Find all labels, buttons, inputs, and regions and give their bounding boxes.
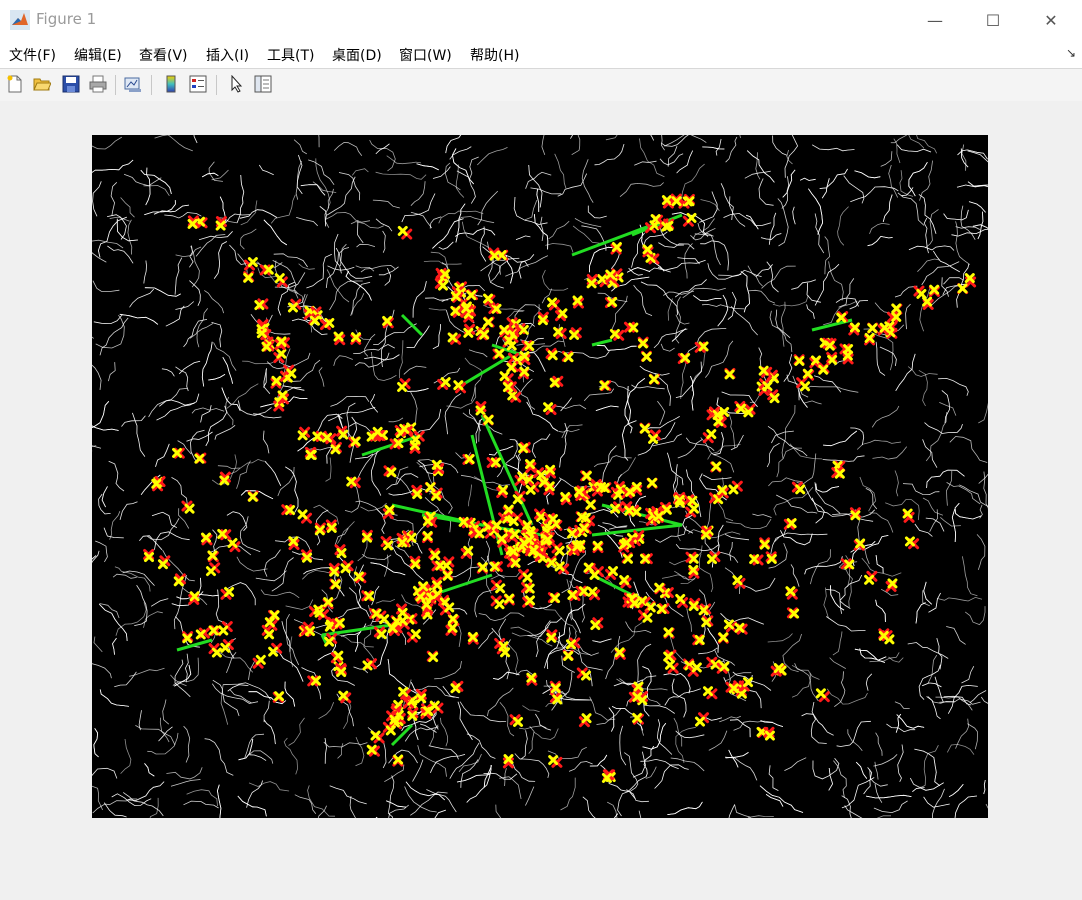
image-axes[interactable]	[92, 135, 988, 818]
dock-arrow-icon[interactable]: ↘	[1066, 46, 1076, 60]
yellow-marker	[525, 484, 536, 495]
yellow-marker	[425, 482, 436, 493]
toolbar	[0, 68, 1082, 102]
yellow-marker	[184, 503, 195, 514]
yellow-marker	[815, 688, 826, 699]
yellow-marker	[597, 274, 608, 285]
window-title: Figure 1	[36, 10, 97, 28]
yellow-marker	[723, 619, 734, 630]
minimize-button[interactable]: —	[910, 0, 960, 40]
toolbar-separator	[151, 75, 152, 95]
edge-detection-plot	[92, 135, 988, 818]
close-button[interactable]: ✕	[1026, 0, 1076, 40]
link-plot-icon[interactable]	[122, 73, 144, 95]
yellow-marker	[800, 381, 811, 392]
menu-view[interactable]: 查看(V)	[139, 45, 188, 65]
match-line	[591, 338, 613, 347]
yellow-marker	[689, 503, 700, 514]
matlab-logo-icon	[10, 10, 30, 30]
yellow-marker	[379, 614, 390, 625]
toolbar-separator	[216, 75, 217, 95]
menu-desktop[interactable]: 桌面(D)	[332, 45, 382, 65]
figure-window: Figure 1 — ☐ ✕ 文件(F) 编辑(E) 查看(V) 插入(I) 工…	[0, 0, 1082, 900]
yellow-marker	[547, 297, 558, 308]
save-icon[interactable]	[60, 73, 82, 95]
menu-tools[interactable]: 工具(T)	[267, 45, 314, 65]
feature-markers	[143, 193, 977, 783]
new-figure-icon[interactable]	[4, 73, 26, 95]
menu-insert[interactable]: 插入(I)	[206, 45, 249, 65]
yellow-marker	[218, 625, 229, 636]
print-icon[interactable]	[87, 73, 109, 95]
yellow-marker	[494, 599, 505, 610]
yellow-marker	[398, 686, 409, 697]
yellow-marker	[585, 499, 596, 510]
colorbar-icon[interactable]	[160, 73, 182, 95]
menu-help[interactable]: 帮助(H)	[470, 45, 519, 65]
menu-bar: 文件(F) 编辑(E) 查看(V) 插入(I) 工具(T) 桌面(D) 窗口(W…	[0, 40, 1082, 68]
maximize-button[interactable]: ☐	[968, 0, 1018, 40]
plot-browser-icon[interactable]	[252, 73, 274, 95]
legend-icon[interactable]	[187, 73, 209, 95]
menu-window[interactable]: 窗口(W)	[399, 45, 452, 65]
yellow-marker	[297, 509, 308, 520]
toolbar-separator	[115, 75, 116, 95]
match-line	[176, 638, 213, 652]
yellow-marker	[665, 659, 676, 670]
edit-plot-arrow-icon[interactable]	[225, 73, 247, 95]
menu-edit[interactable]: 编辑(E)	[74, 45, 122, 65]
yellow-marker	[590, 620, 601, 631]
menu-file[interactable]: 文件(F)	[9, 45, 56, 65]
yellow-marker	[287, 302, 298, 313]
title-bar: Figure 1 — ☐ ✕	[0, 0, 1082, 40]
match-line	[400, 313, 424, 337]
open-file-icon[interactable]	[31, 73, 53, 95]
yellow-marker	[220, 642, 231, 653]
yellow-marker	[397, 381, 408, 392]
yellow-marker	[340, 563, 351, 574]
